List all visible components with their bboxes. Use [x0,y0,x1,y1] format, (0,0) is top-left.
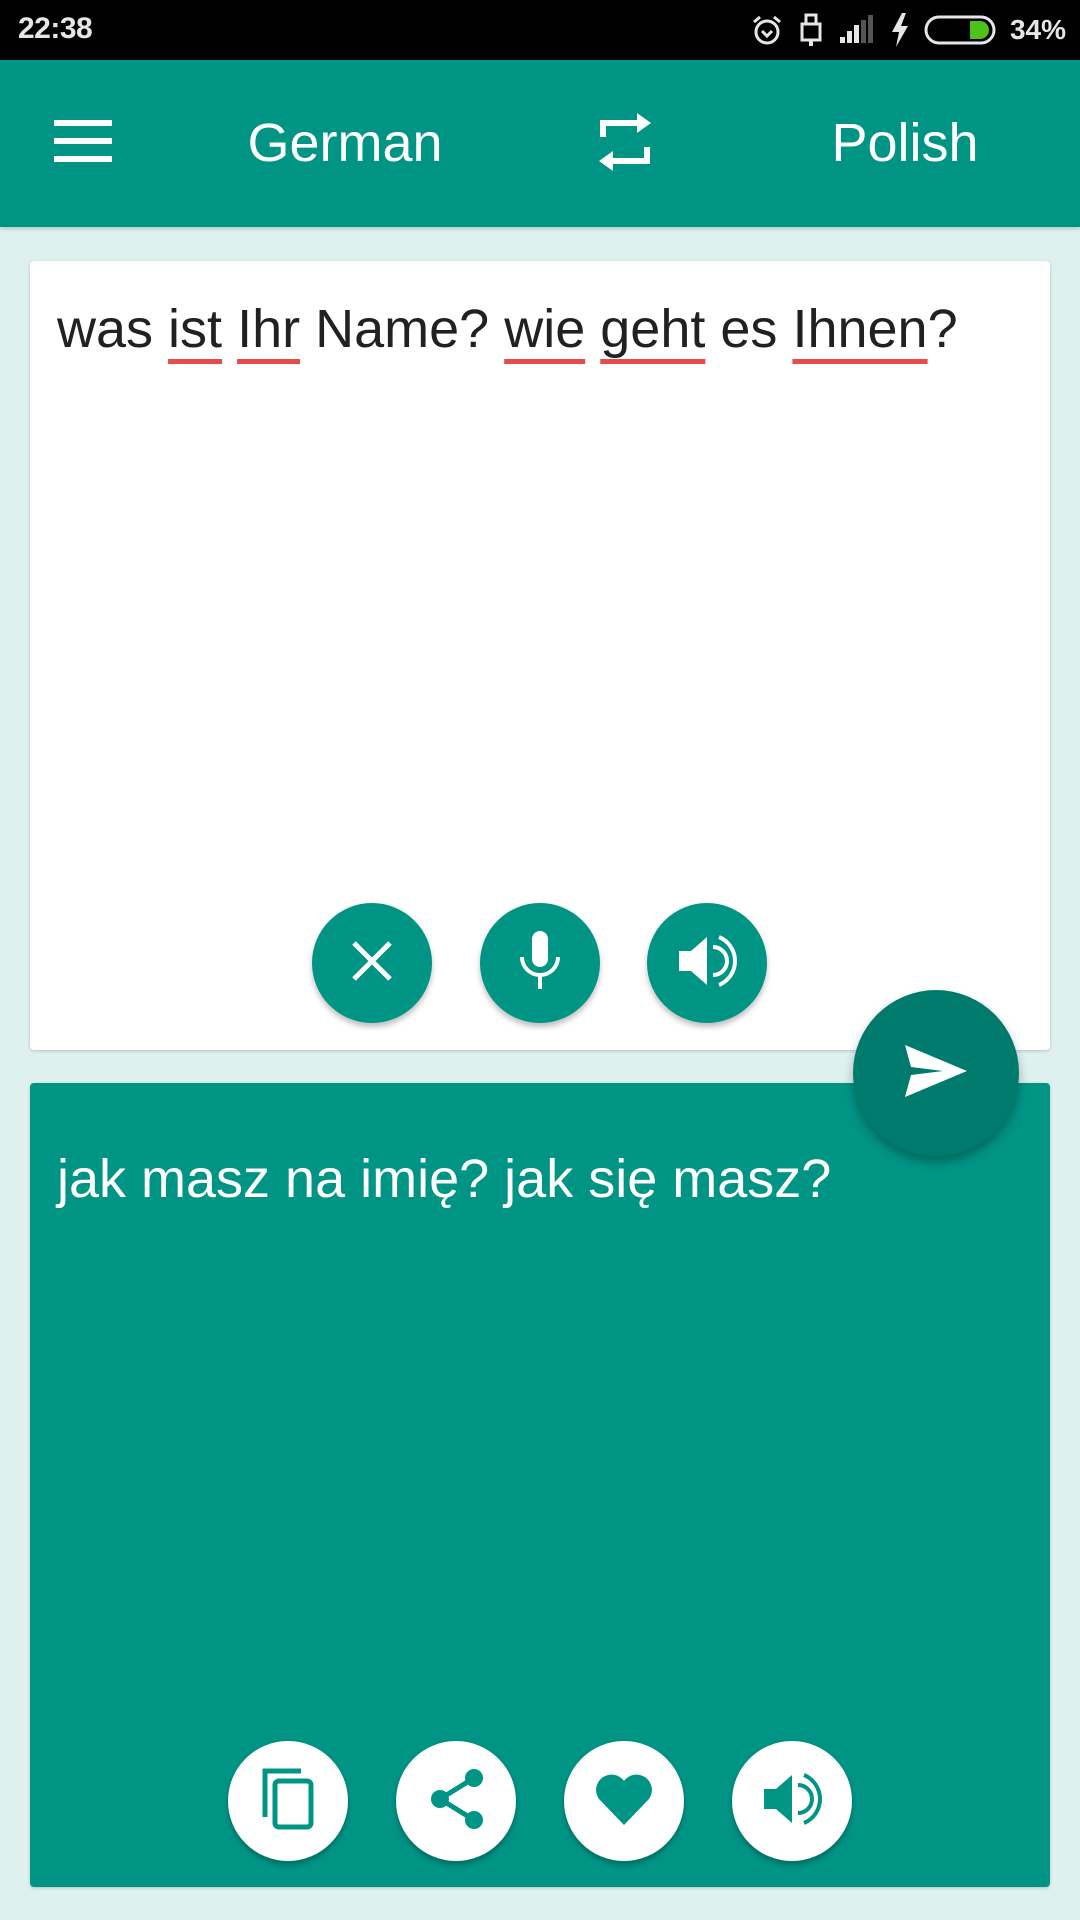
status-icons: 34% [750,10,1066,50]
misspelled-word: geht [600,299,706,359]
charging-icon [890,13,910,47]
speaker-icon [762,1771,822,1832]
alarm-icon [750,13,784,47]
copy-button[interactable] [228,1741,348,1861]
hamburger-menu-icon [54,119,112,167]
app-bar: German Polish [0,60,1080,227]
clear-icon [350,939,394,988]
source-language-button[interactable]: German [200,110,490,176]
lock-icon [798,12,824,48]
microphone-icon [518,930,562,996]
word: Name? [315,299,490,359]
menu-button[interactable] [40,105,126,181]
battery-icon [924,15,996,45]
misspelled-word: ist [168,299,223,359]
favorite-heart-icon [593,1771,655,1832]
output-speaker-button[interactable] [732,1741,852,1861]
misspelled-word: wie [504,299,586,359]
share-button[interactable] [396,1741,516,1861]
favorite-button[interactable] [564,1741,684,1861]
output-card: jak masz na imię? jak się masz? [30,1083,1050,1887]
send-icon [903,1043,969,1104]
share-icon [428,1768,484,1835]
word: es [720,299,778,359]
misspelled-word: Ihnen [792,299,928,359]
copy-icon [261,1767,315,1836]
clear-button[interactable] [312,903,432,1023]
swap-languages-button[interactable] [580,106,670,182]
input-card: was ist Ihr Name? wie geht es Ihnen? [30,261,1050,1050]
status-time: 22:38 [18,12,93,45]
swap-languages-icon [597,111,653,178]
word: was [57,299,154,359]
microphone-button[interactable] [480,903,600,1023]
translated-text: jak masz na imię? jak się masz? [57,1149,832,1209]
target-language-button[interactable]: Polish [780,110,1030,176]
battery-percent: 34% [1009,14,1066,45]
misspelled-word: Ihr [237,299,301,359]
translate-button[interactable] [853,990,1019,1156]
source-speaker-button[interactable] [647,903,767,1023]
status-bar: 22:38 34% [0,0,1080,60]
signal-icon [838,15,876,45]
speaker-icon [677,933,737,994]
source-text-input[interactable]: was ist Ihr Name? wie geht es Ihnen? [57,293,1017,365]
